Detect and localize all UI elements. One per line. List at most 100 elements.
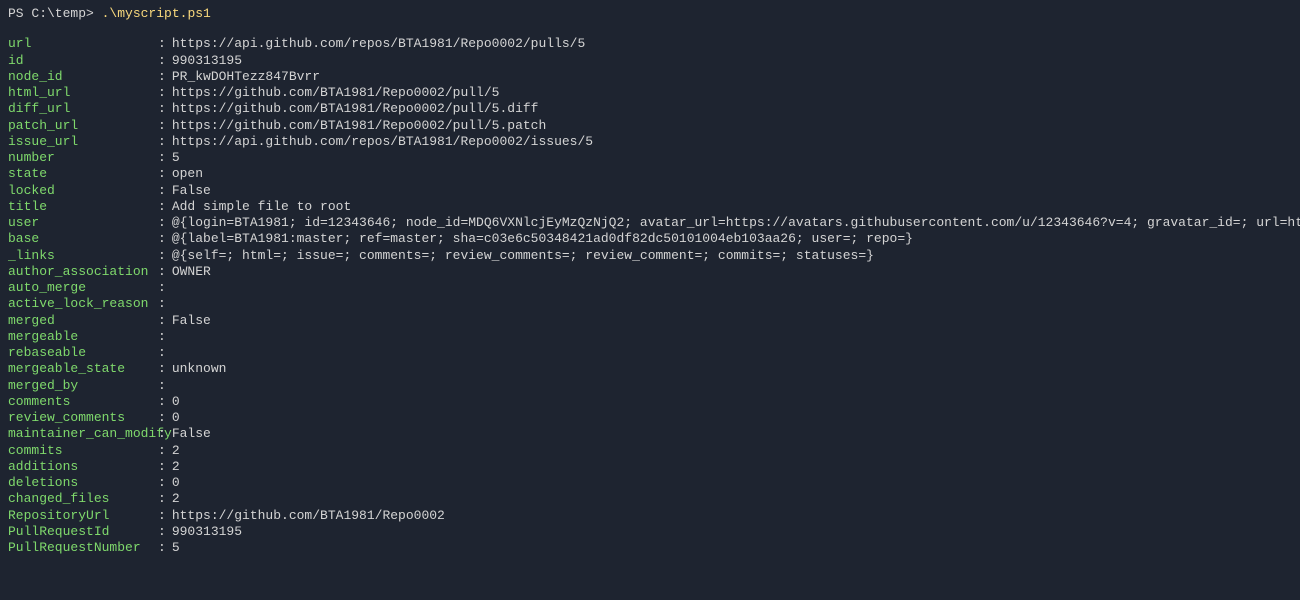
output-colon: : xyxy=(158,443,166,459)
output-key: commits xyxy=(8,443,158,459)
output-key: comments xyxy=(8,394,158,410)
output-key: user xyxy=(8,215,158,231)
output-key: _links xyxy=(8,248,158,264)
output-key: html_url xyxy=(8,85,158,101)
output-colon: : xyxy=(158,296,166,312)
output-row: user:@{login=BTA1981; id=12343646; node_… xyxy=(8,215,1292,231)
output-value: False xyxy=(172,183,211,199)
output-value: False xyxy=(172,313,211,329)
output-row: node_id: PR_kwDOHTezz847Bvrr xyxy=(8,69,1292,85)
output-value: PR_kwDOHTezz847Bvrr xyxy=(172,69,320,85)
output-value: Add simple file to root xyxy=(172,199,351,215)
output-key: issue_url xyxy=(8,134,158,150)
output-colon: : xyxy=(158,394,166,410)
output-row: diff_url:https://github.com/BTA1981/Repo… xyxy=(8,101,1292,117)
output-key: maintainer_can_modify xyxy=(8,426,158,442)
output-colon: : xyxy=(158,53,166,69)
output-row: RepositoryUrl: https://github.com/BTA1981… xyxy=(8,508,1292,524)
output-value: 0 xyxy=(172,475,180,491)
output-key: PullRequestId xyxy=(8,524,158,540)
output-key: author_association xyxy=(8,264,158,280)
output-value: @{label=BTA1981:master; ref=master; sha=… xyxy=(172,231,913,247)
output-key: mergeable_state xyxy=(8,361,158,377)
output-row: mergeable: xyxy=(8,329,1292,345)
output-value: https://github.com/BTA1981/Repo0002 xyxy=(172,508,445,524)
output-colon: : xyxy=(158,280,166,296)
output-colon: : xyxy=(158,475,166,491)
output-value: 0 xyxy=(172,394,180,410)
output-row: comments:0 xyxy=(8,394,1292,410)
output-colon: : xyxy=(158,491,166,507)
output-key: auto_merge xyxy=(8,280,158,296)
output-row: locked: False xyxy=(8,183,1292,199)
output-row: rebaseable: xyxy=(8,345,1292,361)
output-key: review_comments xyxy=(8,410,158,426)
output-key: PullRequestNumber xyxy=(8,540,158,556)
output-value: 990313195 xyxy=(172,53,242,69)
output-row: PullRequestNumber:5 xyxy=(8,540,1292,556)
output-colon: : xyxy=(158,345,166,361)
output-row: patch_url:https://github.com/BTA1981/Rep… xyxy=(8,118,1292,134)
output-key: node_id xyxy=(8,69,158,85)
prompt-command: .\myscript.ps1 xyxy=(102,6,211,21)
output-colon: : xyxy=(158,69,166,85)
output-colon: : xyxy=(158,313,166,329)
output-colon: : xyxy=(158,524,166,540)
output-row: issue_url:https://api.github.com/repos/B… xyxy=(8,134,1292,150)
output-key: url xyxy=(8,36,158,52)
output-value: https://api.github.com/repos/BTA1981/Rep… xyxy=(172,36,585,52)
output-key: id xyxy=(8,53,158,69)
output-row: number:5 xyxy=(8,150,1292,166)
output-value: @{login=BTA1981; id=12343646; node_id=MD… xyxy=(172,215,1300,231)
output-colon: : xyxy=(158,183,166,199)
prompt-line[interactable]: PS C:\temp> .\myscript.ps1 xyxy=(8,6,1292,22)
output-colon: : xyxy=(158,248,166,264)
output-colon: : xyxy=(158,166,166,182)
output-key: RepositoryUrl xyxy=(8,508,158,524)
output-colon: : xyxy=(158,459,166,475)
output-colon: : xyxy=(158,231,166,247)
output-colon: : xyxy=(158,361,166,377)
output-value: 5 xyxy=(172,150,180,166)
output-colon: : xyxy=(158,329,166,345)
output-value: 0 xyxy=(172,410,180,426)
output-key: state xyxy=(8,166,158,182)
output-row: mergeable_state: unknown xyxy=(8,361,1292,377)
output-colon: : xyxy=(158,378,166,394)
output-value: False xyxy=(172,426,211,442)
output-row: active_lock_reason: xyxy=(8,296,1292,312)
output-row: commits:2 xyxy=(8,443,1292,459)
output-key: merged_by xyxy=(8,378,158,394)
output-value: https://api.github.com/repos/BTA1981/Rep… xyxy=(172,134,593,150)
output-key: mergeable xyxy=(8,329,158,345)
output-value: open xyxy=(172,166,203,182)
output-row: merged: False xyxy=(8,313,1292,329)
output-row: _links:@{self=; html=; issue=; comments=… xyxy=(8,248,1292,264)
output-row: merged_by: xyxy=(8,378,1292,394)
output-row: author_association:OWNER xyxy=(8,264,1292,280)
output-key: locked xyxy=(8,183,158,199)
output-row: changed_files:2 xyxy=(8,491,1292,507)
output-value: 2 xyxy=(172,491,180,507)
output-value: https://github.com/BTA1981/Repo0002/pull… xyxy=(172,101,539,117)
output-key: deletions xyxy=(8,475,158,491)
output-row: html_url:https://github.com/BTA1981/Repo… xyxy=(8,85,1292,101)
output-colon: : xyxy=(158,36,166,52)
output-key: active_lock_reason xyxy=(8,296,158,312)
output-key: number xyxy=(8,150,158,166)
output-colon: : xyxy=(158,118,166,134)
output-row: review_comments:0 xyxy=(8,410,1292,426)
output-value: 2 xyxy=(172,443,180,459)
output-value: unknown xyxy=(172,361,227,377)
output-row: additions:2 xyxy=(8,459,1292,475)
output-colon: : xyxy=(158,508,166,524)
output-key: diff_url xyxy=(8,101,158,117)
output-colon: : xyxy=(158,540,166,556)
output-value: https://github.com/BTA1981/Repo0002/pull… xyxy=(172,118,546,134)
output-colon: : xyxy=(158,199,166,215)
output-row: id:990313195 xyxy=(8,53,1292,69)
output-key: title xyxy=(8,199,158,215)
output-row: auto_merge: xyxy=(8,280,1292,296)
terminal-output: url: https://api.github.com/repos/BTA1981… xyxy=(8,36,1292,556)
output-key: merged xyxy=(8,313,158,329)
